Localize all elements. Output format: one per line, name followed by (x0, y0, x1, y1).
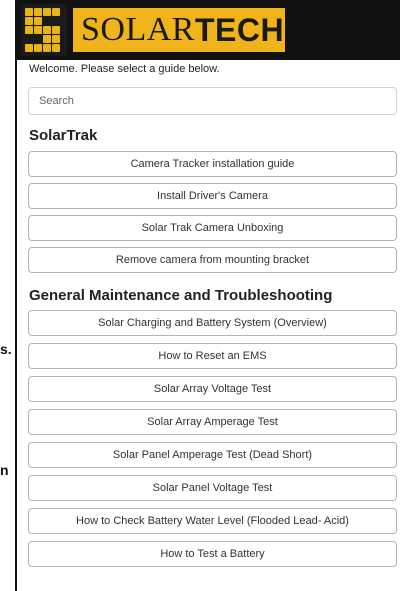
logo-text-tech: TECH (194, 11, 285, 48)
header-bar: SOLAR TECH (17, 0, 400, 60)
background-text-fragment: s. (0, 341, 12, 357)
guide-button[interactable]: Solar Array Voltage Test (28, 376, 397, 402)
guide-button[interactable]: Solar Charging and Battery System (Overv… (28, 310, 397, 336)
brand-logo: SOLAR TECH (73, 8, 285, 52)
guide-button[interactable]: Solar Array Amperage Test (28, 409, 397, 435)
logo-mark-icon (21, 4, 67, 56)
guide-button[interactable]: Solar Panel Voltage Test (28, 475, 397, 501)
guide-panel: SOLAR TECH Welcome. Please select a guide… (15, 0, 400, 591)
maintenance-guide-list: Solar Charging and Battery System (Overv… (17, 310, 400, 567)
logo-text-solar: SOLAR (81, 11, 195, 48)
guide-button[interactable]: How to Test a Battery (28, 541, 397, 567)
background-page-fragment: s. n (0, 0, 15, 591)
guide-button[interactable]: Solar Trak Camera Unboxing (28, 215, 397, 241)
guide-button[interactable]: How to Check Battery Water Level (Floode… (28, 508, 397, 534)
section-title-solartrak: SolarTrak (29, 127, 98, 144)
background-text-fragment: n (0, 462, 9, 478)
solartrak-guide-list: Camera Tracker installation guide Instal… (17, 151, 400, 273)
welcome-message: Welcome. Please select a guide below. (29, 63, 220, 75)
search-input[interactable] (28, 87, 397, 115)
guide-button[interactable]: Install Driver's Camera (28, 183, 397, 209)
guide-button[interactable]: How to Reset an EMS (28, 343, 397, 369)
guide-button[interactable]: Camera Tracker installation guide (28, 151, 397, 177)
guide-button[interactable]: Solar Panel Amperage Test (Dead Short) (28, 442, 397, 468)
guide-button[interactable]: Remove camera from mounting bracket (28, 247, 397, 273)
section-title-maintenance: General Maintenance and Troubleshooting (29, 287, 333, 304)
